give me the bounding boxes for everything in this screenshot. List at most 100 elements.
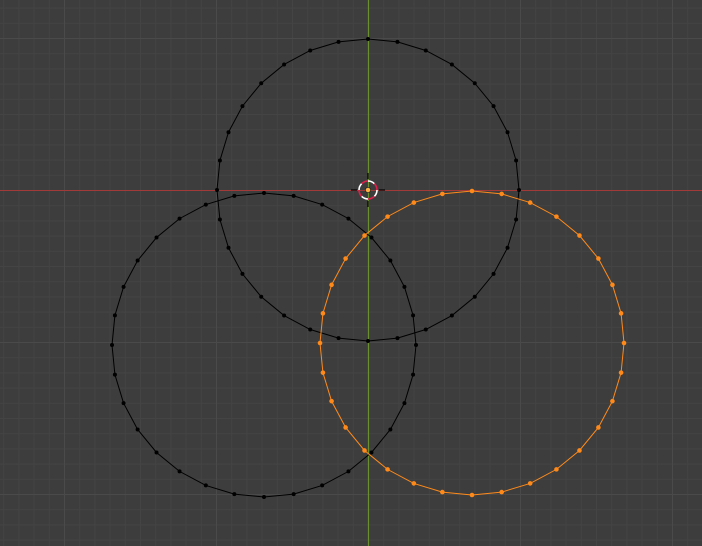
mesh-vertex[interactable] xyxy=(112,372,117,377)
mesh-vertex[interactable] xyxy=(505,130,510,135)
mesh-vertex[interactable] xyxy=(621,340,627,346)
mesh-vertex[interactable] xyxy=(411,313,416,318)
mesh-vertex[interactable] xyxy=(423,327,428,332)
mesh-vertex[interactable] xyxy=(262,495,266,499)
mesh-vertex[interactable] xyxy=(215,188,219,192)
mesh-vertex[interactable] xyxy=(320,311,326,316)
mesh-vertex[interactable] xyxy=(411,481,417,486)
mesh-vertex[interactable] xyxy=(440,191,445,197)
mesh-vertex[interactable] xyxy=(320,483,325,488)
mesh-vertex[interactable] xyxy=(346,216,351,221)
mesh-vertex[interactable] xyxy=(554,467,559,472)
mesh-vertex[interactable] xyxy=(232,492,237,497)
mesh-vertex[interactable] xyxy=(135,427,140,432)
mesh-vertex[interactable] xyxy=(226,130,231,135)
mesh-vertex[interactable] xyxy=(610,398,615,404)
mesh-vertex[interactable] xyxy=(112,313,117,318)
mesh-vertex[interactable] xyxy=(388,258,393,263)
mesh-vertex[interactable] xyxy=(135,258,140,263)
mesh-vertex[interactable] xyxy=(414,343,418,347)
mesh-vertex[interactable] xyxy=(320,370,326,375)
mesh-vertex[interactable] xyxy=(554,214,559,219)
mesh-vertex[interactable] xyxy=(177,469,182,474)
mesh-vertex[interactable] xyxy=(499,191,504,197)
mesh-vertex[interactable] xyxy=(596,425,601,430)
mesh-vertex[interactable] xyxy=(577,448,582,453)
mesh-vertex[interactable] xyxy=(517,188,521,192)
mesh-vertex[interactable] xyxy=(514,158,519,163)
mesh-vertex[interactable] xyxy=(154,235,159,240)
mesh-vertex[interactable] xyxy=(362,233,367,238)
mesh-vertex[interactable] xyxy=(362,448,367,453)
mesh-vertex[interactable] xyxy=(282,62,287,67)
mesh-vertex[interactable] xyxy=(291,193,296,198)
mesh-vertex[interactable] xyxy=(240,104,245,109)
viewport-canvas[interactable] xyxy=(0,0,702,546)
mesh-vertex[interactable] xyxy=(366,37,370,41)
mesh-vertex[interactable] xyxy=(343,256,348,261)
mesh-vertex[interactable] xyxy=(577,233,582,238)
mesh-vertex[interactable] xyxy=(395,336,400,341)
mesh-vertex[interactable] xyxy=(317,340,323,346)
mesh-vertex[interactable] xyxy=(449,313,454,318)
mesh-vertex[interactable] xyxy=(329,398,334,404)
mesh-vertex[interactable] xyxy=(121,401,126,406)
mesh-vertex[interactable] xyxy=(514,217,519,222)
mesh-vertex[interactable] xyxy=(343,425,348,430)
mesh-vertex[interactable] xyxy=(291,492,296,497)
mesh-vertex[interactable] xyxy=(203,202,208,207)
mesh-vertex[interactable] xyxy=(259,294,264,299)
mesh-vertex[interactable] xyxy=(336,39,341,44)
mesh-vertex[interactable] xyxy=(491,104,496,109)
mesh-vertex[interactable] xyxy=(618,311,624,316)
mesh-vertex[interactable] xyxy=(472,81,477,86)
mesh-vertex[interactable] xyxy=(385,467,390,472)
mesh-vertex[interactable] xyxy=(395,39,400,44)
mesh-vertex[interactable] xyxy=(411,372,416,377)
mesh-vertex[interactable] xyxy=(121,284,126,289)
mesh-vertex[interactable] xyxy=(411,200,417,205)
mesh-vertex[interactable] xyxy=(527,200,533,205)
mesh-vertex[interactable] xyxy=(110,343,114,347)
mesh-vertex[interactable] xyxy=(282,313,287,318)
mesh-vertex[interactable] xyxy=(369,450,374,455)
mesh-vertex[interactable] xyxy=(329,282,334,288)
mesh-vertex[interactable] xyxy=(346,469,351,474)
mesh-vertex[interactable] xyxy=(154,450,159,455)
mesh-vertex[interactable] xyxy=(259,81,264,86)
mesh-vertex[interactable] xyxy=(527,481,533,486)
mesh-vertex[interactable] xyxy=(491,271,496,276)
3d-viewport[interactable] xyxy=(0,0,702,546)
3d-cursor-icon[interactable] xyxy=(351,173,385,207)
mesh-vertex[interactable] xyxy=(217,158,222,163)
mesh-vertex[interactable] xyxy=(423,48,428,53)
mesh-vertex[interactable] xyxy=(618,370,624,375)
mesh-vertex[interactable] xyxy=(308,48,313,53)
mesh-vertex[interactable] xyxy=(472,294,477,299)
mesh-vertex[interactable] xyxy=(177,216,182,221)
mesh-vertex[interactable] xyxy=(366,339,370,343)
object-origin-dot[interactable] xyxy=(365,187,371,193)
mesh-vertex[interactable] xyxy=(440,489,445,495)
mesh-vertex[interactable] xyxy=(388,427,393,432)
mesh-vertex[interactable] xyxy=(308,327,313,332)
mesh-vertex[interactable] xyxy=(402,284,407,289)
mesh-vertex[interactable] xyxy=(499,489,504,495)
mesh-vertex[interactable] xyxy=(226,245,231,250)
mesh-vertex[interactable] xyxy=(232,193,237,198)
mesh-vertex[interactable] xyxy=(336,336,341,341)
mesh-vertex[interactable] xyxy=(596,256,601,261)
mesh-vertex[interactable] xyxy=(203,483,208,488)
mesh-vertex[interactable] xyxy=(469,188,475,194)
mesh-vertex[interactable] xyxy=(610,282,615,288)
mesh-vertex[interactable] xyxy=(262,191,266,195)
mesh-vertex[interactable] xyxy=(385,214,390,219)
mesh-vertex[interactable] xyxy=(320,202,325,207)
mesh-vertex[interactable] xyxy=(240,271,245,276)
mesh-vertex[interactable] xyxy=(469,492,475,498)
mesh-vertex[interactable] xyxy=(369,235,374,240)
mesh-vertex[interactable] xyxy=(402,401,407,406)
mesh-vertex[interactable] xyxy=(449,62,454,67)
mesh-vertex[interactable] xyxy=(505,245,510,250)
mesh-vertex[interactable] xyxy=(217,217,222,222)
